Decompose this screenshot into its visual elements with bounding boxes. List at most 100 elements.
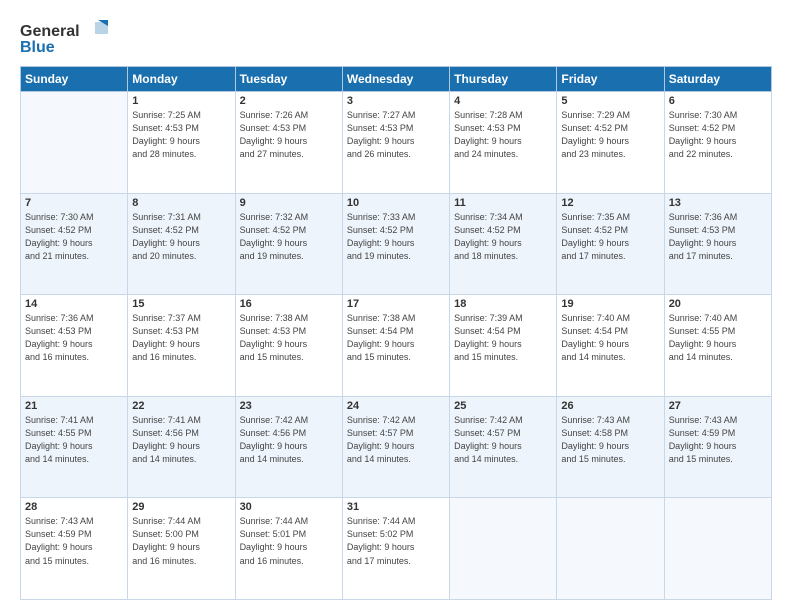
- calendar-cell: 31Sunrise: 7:44 AMSunset: 5:02 PMDayligh…: [342, 498, 449, 600]
- day-info: Sunrise: 7:34 AMSunset: 4:52 PMDaylight:…: [454, 211, 552, 263]
- day-info: Sunrise: 7:33 AMSunset: 4:52 PMDaylight:…: [347, 211, 445, 263]
- day-info: Sunrise: 7:35 AMSunset: 4:52 PMDaylight:…: [561, 211, 659, 263]
- day-number: 18: [454, 298, 552, 310]
- calendar-cell: [664, 498, 771, 600]
- day-info: Sunrise: 7:43 AMSunset: 4:59 PMDaylight:…: [669, 414, 767, 466]
- day-number: 10: [347, 197, 445, 209]
- calendar-cell: 20 Sunrise: 7:40 AMSunset: 4:55 PMDayligh…: [664, 295, 771, 397]
- day-info: Sunrise: 7:38 AMSunset: 4:53 PMDaylight:…: [240, 312, 338, 364]
- calendar-cell: 7 Sunrise: 7:30 AMSunset: 4:52 PMDaylight…: [21, 193, 128, 295]
- calendar-cell: 4 Sunrise: 7:28 AMSunset: 4:53 PMDaylight…: [450, 92, 557, 194]
- svg-text:General: General: [20, 23, 80, 40]
- calendar-cell: 16 Sunrise: 7:38 AMSunset: 4:53 PMDayligh…: [235, 295, 342, 397]
- svg-text:Blue: Blue: [20, 39, 55, 56]
- day-info: Sunrise: 7:41 AMSunset: 4:55 PMDaylight:…: [25, 414, 123, 466]
- calendar-week-row: 7 Sunrise: 7:30 AMSunset: 4:52 PMDaylight…: [21, 193, 772, 295]
- day-info: Sunrise: 7:44 AMSunset: 5:00 PMDaylight:…: [132, 515, 230, 567]
- weekday-label: Tuesday: [235, 67, 342, 92]
- calendar-cell: 8 Sunrise: 7:31 AMSunset: 4:52 PMDaylight…: [128, 193, 235, 295]
- day-info: Sunrise: 7:27 AMSunset: 4:53 PMDaylight:…: [347, 109, 445, 161]
- day-info: Sunrise: 7:30 AMSunset: 4:52 PMDaylight:…: [669, 109, 767, 161]
- calendar-body: 1Sunrise: 7:25 AMSunset: 4:53 PMDaylight…: [21, 92, 772, 600]
- weekday-header-row: SundayMondayTuesdayWednesdayThursdayFrid…: [21, 67, 772, 92]
- calendar-cell: 9 Sunrise: 7:32 AMSunset: 4:52 PMDaylight…: [235, 193, 342, 295]
- header: General Blue: [20, 18, 772, 56]
- day-info: Sunrise: 7:29 AMSunset: 4:52 PMDaylight:…: [561, 109, 659, 161]
- calendar-cell: 24 Sunrise: 7:42 AMSunset: 4:57 PMDayligh…: [342, 396, 449, 498]
- day-number: 4: [454, 95, 552, 107]
- calendar-cell: 22 Sunrise: 7:41 AMSunset: 4:56 PMDayligh…: [128, 396, 235, 498]
- day-number: 8: [132, 197, 230, 209]
- day-info: Sunrise: 7:42 AMSunset: 4:57 PMDaylight:…: [454, 414, 552, 466]
- calendar-cell: 27 Sunrise: 7:43 AMSunset: 4:59 PMDayligh…: [664, 396, 771, 498]
- day-number: 11: [454, 197, 552, 209]
- calendar-cell: 18 Sunrise: 7:39 AMSunset: 4:54 PMDayligh…: [450, 295, 557, 397]
- day-number: 17: [347, 298, 445, 310]
- weekday-label: Friday: [557, 67, 664, 92]
- day-number: 19: [561, 298, 659, 310]
- logo-svg: General Blue: [20, 18, 110, 56]
- day-info: Sunrise: 7:44 AMSunset: 5:02 PMDaylight:…: [347, 515, 445, 567]
- day-number: 21: [25, 400, 123, 412]
- calendar-cell: [21, 92, 128, 194]
- calendar-week-row: 21 Sunrise: 7:41 AMSunset: 4:55 PMDayligh…: [21, 396, 772, 498]
- day-number: 6: [669, 95, 767, 107]
- calendar-cell: 11 Sunrise: 7:34 AMSunset: 4:52 PMDayligh…: [450, 193, 557, 295]
- day-info: Sunrise: 7:32 AMSunset: 4:52 PMDaylight:…: [240, 211, 338, 263]
- calendar-week-row: 14 Sunrise: 7:36 AMSunset: 4:53 PMDayligh…: [21, 295, 772, 397]
- day-info: Sunrise: 7:44 AMSunset: 5:01 PMDaylight:…: [240, 515, 338, 567]
- calendar-cell: 19 Sunrise: 7:40 AMSunset: 4:54 PMDayligh…: [557, 295, 664, 397]
- calendar-cell: 30 Sunrise: 7:44 AMSunset: 5:01 PMDayligh…: [235, 498, 342, 600]
- weekday-label: Sunday: [21, 67, 128, 92]
- day-number: 27: [669, 400, 767, 412]
- calendar-cell: 21 Sunrise: 7:41 AMSunset: 4:55 PMDayligh…: [21, 396, 128, 498]
- calendar-cell: 2 Sunrise: 7:26 AMSunset: 4:53 PMDaylight…: [235, 92, 342, 194]
- day-info: Sunrise: 7:31 AMSunset: 4:52 PMDaylight:…: [132, 211, 230, 263]
- day-info: Sunrise: 7:30 AMSunset: 4:52 PMDaylight:…: [25, 211, 123, 263]
- calendar-week-row: 1Sunrise: 7:25 AMSunset: 4:53 PMDaylight…: [21, 92, 772, 194]
- calendar-cell: 26 Sunrise: 7:43 AMSunset: 4:58 PMDayligh…: [557, 396, 664, 498]
- day-number: 7: [25, 197, 123, 209]
- day-number: 22: [132, 400, 230, 412]
- day-info: Sunrise: 7:36 AMSunset: 4:53 PMDaylight:…: [25, 312, 123, 364]
- day-info: Sunrise: 7:38 AMSunset: 4:54 PMDaylight:…: [347, 312, 445, 364]
- day-info: Sunrise: 7:42 AMSunset: 4:57 PMDaylight:…: [347, 414, 445, 466]
- day-info: Sunrise: 7:43 AMSunset: 4:58 PMDaylight:…: [561, 414, 659, 466]
- day-number: 14: [25, 298, 123, 310]
- day-info: Sunrise: 7:37 AMSunset: 4:53 PMDaylight:…: [132, 312, 230, 364]
- day-number: 9: [240, 197, 338, 209]
- day-number: 25: [454, 400, 552, 412]
- calendar-cell: [450, 498, 557, 600]
- calendar-cell: [557, 498, 664, 600]
- day-info: Sunrise: 7:39 AMSunset: 4:54 PMDaylight:…: [454, 312, 552, 364]
- weekday-label: Thursday: [450, 67, 557, 92]
- calendar-cell: 12 Sunrise: 7:35 AMSunset: 4:52 PMDayligh…: [557, 193, 664, 295]
- weekday-label: Wednesday: [342, 67, 449, 92]
- calendar-cell: 5 Sunrise: 7:29 AMSunset: 4:52 PMDaylight…: [557, 92, 664, 194]
- calendar-cell: 23Sunrise: 7:42 AMSunset: 4:56 PMDayligh…: [235, 396, 342, 498]
- calendar-week-row: 28 Sunrise: 7:43 AMSunset: 4:59 PMDayligh…: [21, 498, 772, 600]
- day-number: 20: [669, 298, 767, 310]
- day-info: Sunrise: 7:25 AMSunset: 4:53 PMDaylight:…: [132, 109, 230, 161]
- calendar-cell: 25 Sunrise: 7:42 AMSunset: 4:57 PMDayligh…: [450, 396, 557, 498]
- day-info: Sunrise: 7:42 AMSunset: 4:56 PMDaylight:…: [240, 414, 338, 466]
- day-number: 30: [240, 501, 338, 513]
- day-number: 29: [132, 501, 230, 513]
- day-number: 5: [561, 95, 659, 107]
- day-number: 28: [25, 501, 123, 513]
- day-number: 24: [347, 400, 445, 412]
- day-info: Sunrise: 7:40 AMSunset: 4:55 PMDaylight:…: [669, 312, 767, 364]
- day-info: Sunrise: 7:40 AMSunset: 4:54 PMDaylight:…: [561, 312, 659, 364]
- day-number: 15: [132, 298, 230, 310]
- day-number: 16: [240, 298, 338, 310]
- day-info: Sunrise: 7:28 AMSunset: 4:53 PMDaylight:…: [454, 109, 552, 161]
- day-number: 2: [240, 95, 338, 107]
- day-number: 3: [347, 95, 445, 107]
- calendar-cell: 1Sunrise: 7:25 AMSunset: 4:53 PMDaylight…: [128, 92, 235, 194]
- day-info: Sunrise: 7:43 AMSunset: 4:59 PMDaylight:…: [25, 515, 123, 567]
- day-number: 12: [561, 197, 659, 209]
- day-number: 26: [561, 400, 659, 412]
- day-info: Sunrise: 7:41 AMSunset: 4:56 PMDaylight:…: [132, 414, 230, 466]
- day-info: Sunrise: 7:26 AMSunset: 4:53 PMDaylight:…: [240, 109, 338, 161]
- day-number: 13: [669, 197, 767, 209]
